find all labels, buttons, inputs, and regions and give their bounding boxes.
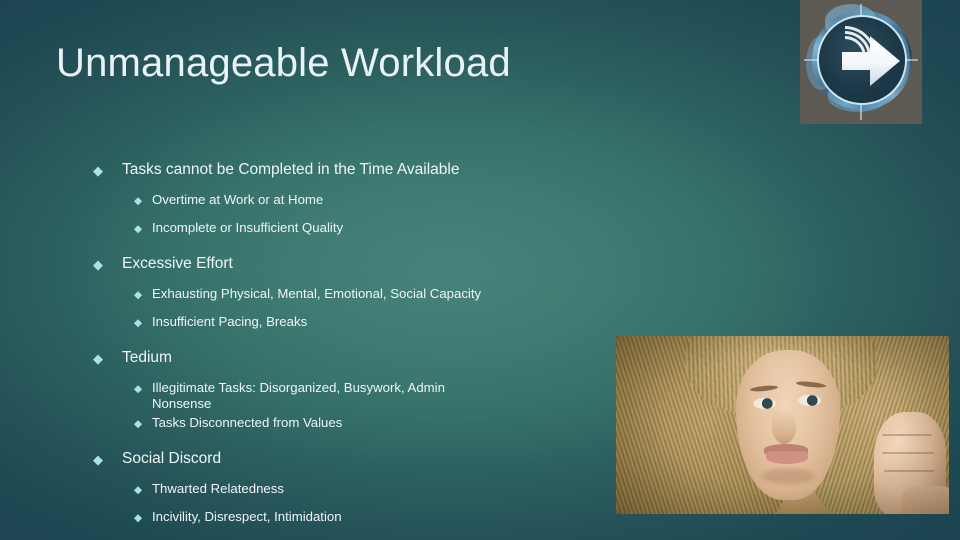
diamond-bullet-icon: ◆ bbox=[93, 257, 103, 272]
diamond-bullet-icon: ◆ bbox=[134, 383, 143, 395]
bullet-level2-text: Incomplete or Insufficient Quality bbox=[152, 220, 344, 235]
diamond-bullet-icon: ◆ bbox=[134, 484, 143, 496]
bullet-level1-text: Social Discord bbox=[122, 450, 222, 467]
bullet-level1-text: Excessive Effort bbox=[122, 255, 233, 272]
diamond-bullet-icon: ◆ bbox=[134, 223, 143, 235]
right-arrow-icon bbox=[842, 36, 900, 86]
bullet-level1: ◆ Tedium bbox=[92, 348, 612, 374]
bullet-level2: ◆ Exhausting Physical, Mental, Emotional… bbox=[92, 286, 612, 311]
bullet-group: ◆ Social Discord ◆ Thwarted Relatedness … bbox=[92, 449, 612, 534]
diamond-bullet-icon: ◆ bbox=[134, 317, 143, 329]
diamond-bullet-icon: ◆ bbox=[134, 512, 143, 524]
sub-bullet-list: ◆ Exhausting Physical, Mental, Emotional… bbox=[92, 286, 612, 339]
bullet-level2-text: Illegitimate Tasks: Disorganized, Busywo… bbox=[152, 380, 445, 411]
bullet-level2: ◆ Thwarted Relatedness bbox=[92, 481, 612, 506]
bullet-level2-text: Overtime at Work or at Home bbox=[152, 192, 324, 207]
slide-title: Unmanageable Workload bbox=[56, 41, 511, 85]
bullet-level2: ◆ Illegitimate Tasks: Disorganized, Busy… bbox=[92, 380, 477, 412]
bullet-group: ◆ Excessive Effort ◆ Exhausting Physical… bbox=[92, 254, 612, 339]
diamond-bullet-icon: ◆ bbox=[134, 418, 143, 430]
sub-bullet-list: ◆ Illegitimate Tasks: Disorganized, Busy… bbox=[92, 380, 612, 440]
diamond-bullet-icon: ◆ bbox=[93, 163, 103, 178]
bullet-level1-text: Tedium bbox=[122, 349, 172, 366]
bullet-level2: ◆ Tasks Disconnected from Values bbox=[92, 415, 612, 440]
presentation-slide: Unmanageable Workload ◆ Tasks cannot be … bbox=[0, 0, 960, 540]
bullet-level2: ◆ Incivility, Disrespect, Intimidation bbox=[92, 509, 612, 534]
bullet-level2-text: Exhausting Physical, Mental, Emotional, … bbox=[152, 286, 482, 301]
bullet-level2: ◆ Overtime at Work or at Home bbox=[92, 192, 612, 217]
frustrated-woman-photo bbox=[616, 336, 949, 514]
bullet-level2-text: Incivility, Disrespect, Intimidation bbox=[152, 509, 342, 524]
bullet-level2: ◆ Insufficient Pacing, Breaks bbox=[92, 314, 612, 339]
diamond-bullet-icon: ◆ bbox=[134, 195, 143, 207]
diamond-bullet-icon: ◆ bbox=[134, 289, 143, 301]
bullet-list: ◆ Tasks cannot be Completed in the Time … bbox=[92, 160, 612, 534]
diamond-bullet-icon: ◆ bbox=[93, 351, 103, 366]
bullet-level2: ◆ Incomplete or Insufficient Quality bbox=[92, 220, 612, 245]
sub-bullet-list: ◆ Overtime at Work or at Home ◆ Incomple… bbox=[92, 192, 612, 245]
bullet-level1-text: Tasks cannot be Completed in the Time Av… bbox=[122, 161, 460, 178]
bullet-level1: ◆ Social Discord bbox=[92, 449, 612, 475]
bullet-level1: ◆ Tasks cannot be Completed in the Time … bbox=[92, 160, 612, 186]
diamond-bullet-icon: ◆ bbox=[93, 452, 103, 467]
tech-arrow-graphic bbox=[800, 0, 922, 124]
sub-bullet-list: ◆ Thwarted Relatedness ◆ Incivility, Dis… bbox=[92, 481, 612, 534]
bullet-group: ◆ Tasks cannot be Completed in the Time … bbox=[92, 160, 612, 245]
bullet-level2-text: Tasks Disconnected from Values bbox=[152, 415, 343, 430]
bullet-level2-text: Thwarted Relatedness bbox=[152, 481, 284, 496]
bullet-level2-text: Insufficient Pacing, Breaks bbox=[152, 314, 308, 329]
bullet-level1: ◆ Excessive Effort bbox=[92, 254, 612, 280]
photo-vignette bbox=[616, 336, 949, 514]
bullet-group: ◆ Tedium ◆ Illegitimate Tasks: Disorgani… bbox=[92, 348, 612, 440]
